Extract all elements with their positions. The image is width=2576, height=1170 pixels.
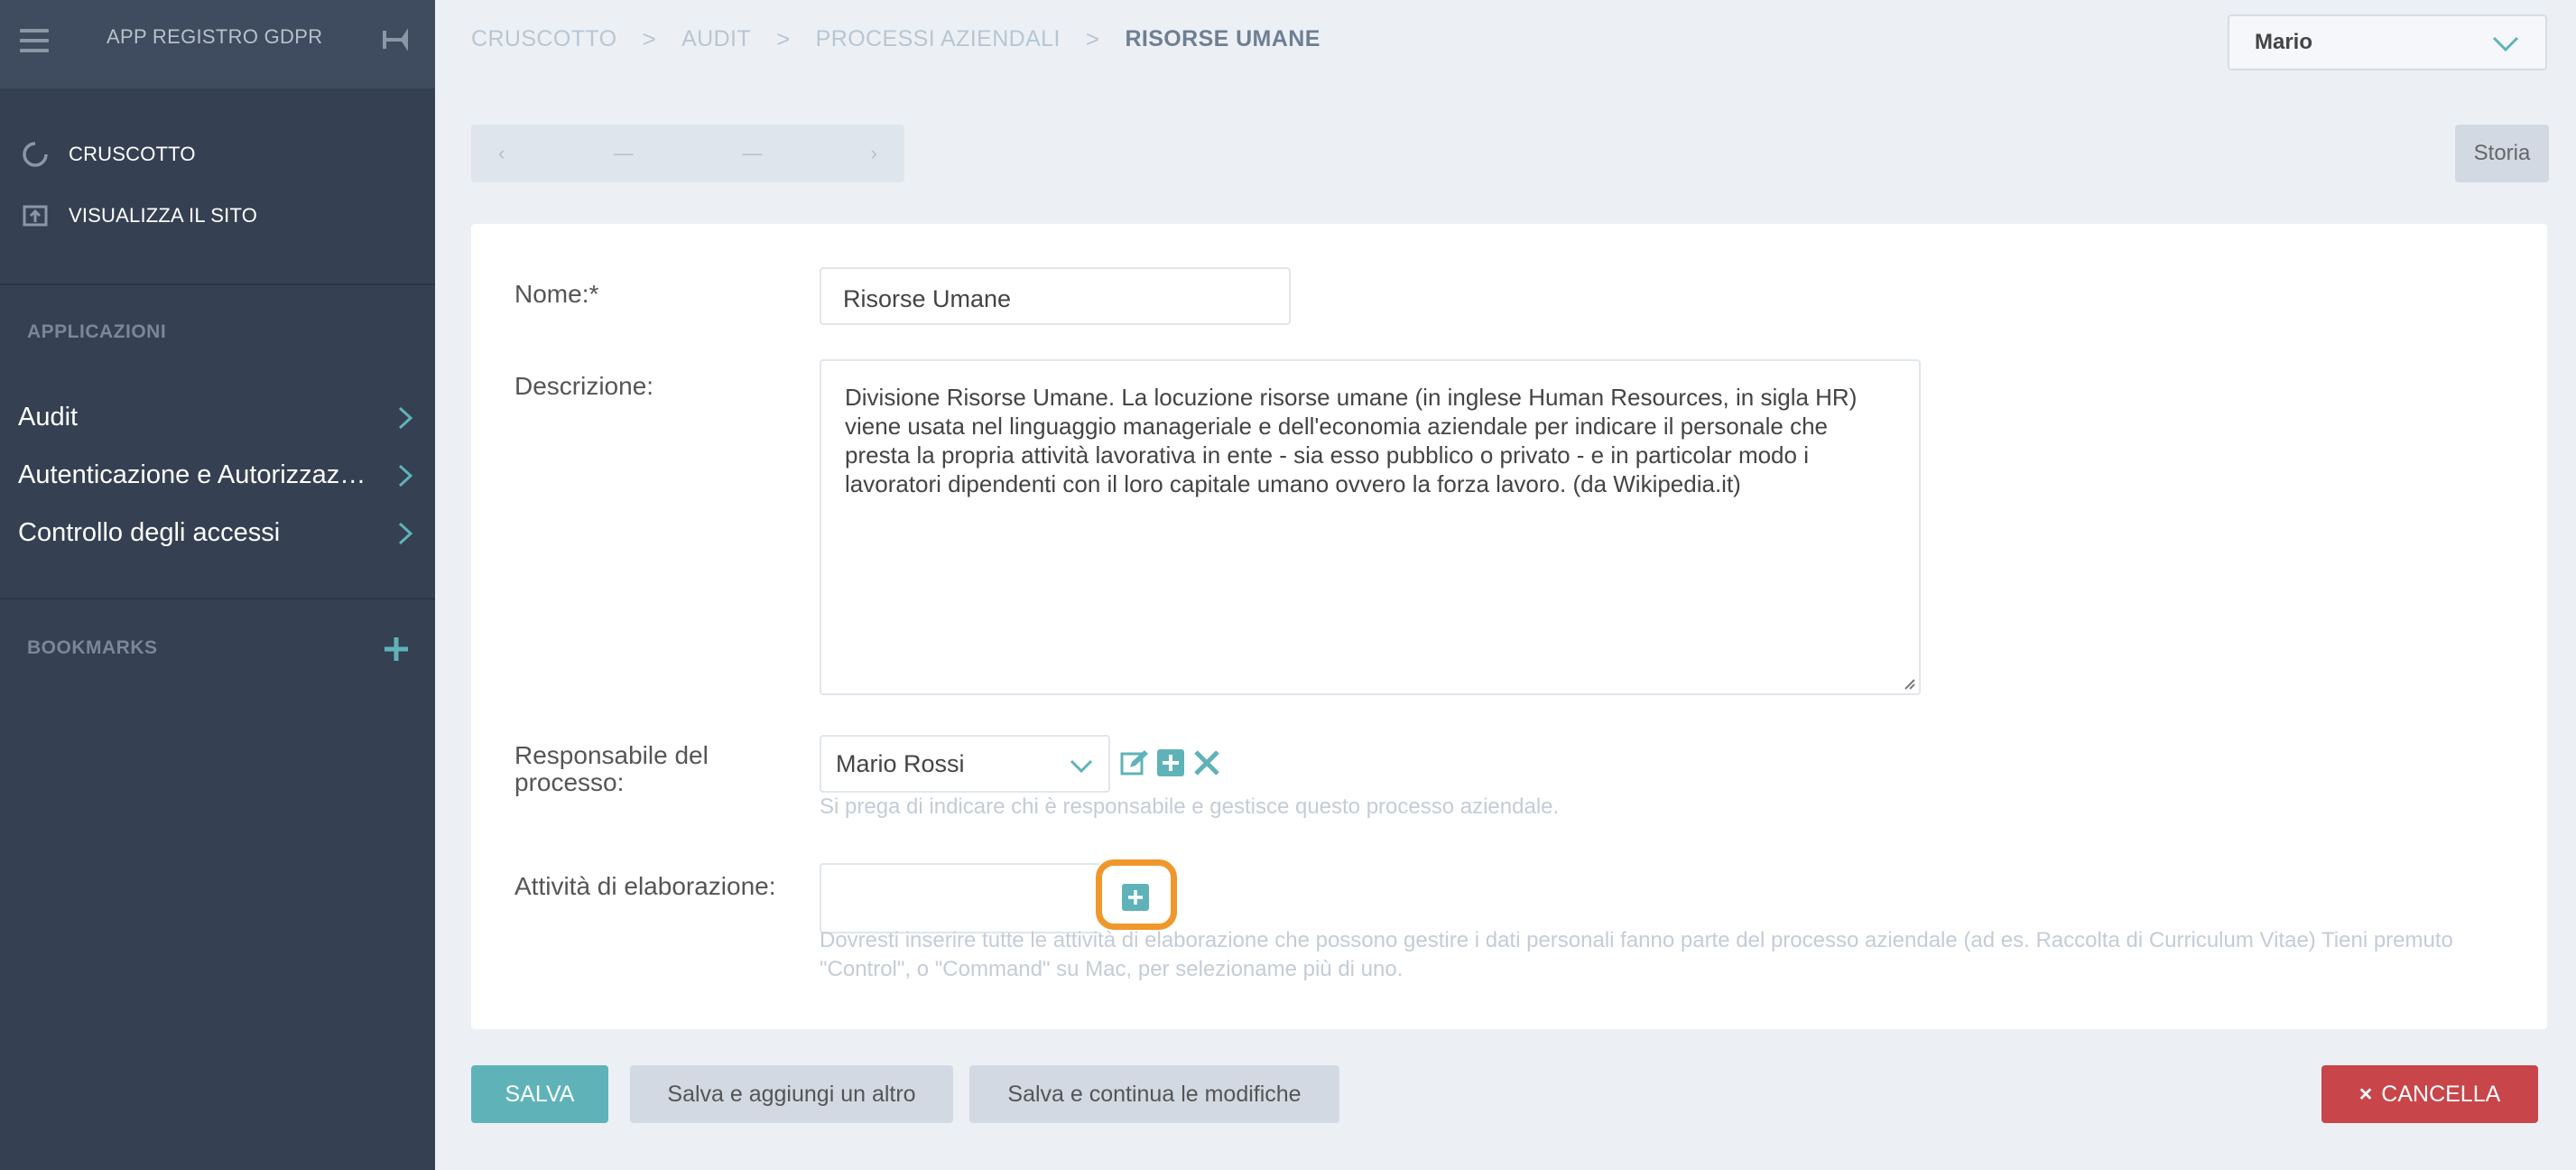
add-icon[interactable] bbox=[1155, 748, 1186, 778]
breadcrumb-link[interactable]: PROCESSI AZIENDALI bbox=[816, 26, 1061, 52]
breadcrumb-current: RISORSE UMANE bbox=[1125, 26, 1320, 51]
sidebar-item-label: Autenticazione e Autorizzazi… bbox=[18, 460, 370, 489]
owner-label: Responsabile del processo: bbox=[514, 742, 709, 796]
app-title[interactable]: APP REGISTRO GDPR bbox=[107, 25, 322, 49]
add-activity-icon[interactable] bbox=[1121, 883, 1150, 912]
owner-select[interactable]: Mario Rossi bbox=[820, 735, 1110, 793]
delete-label: CANCELLA bbox=[2381, 1081, 2501, 1107]
view-site-icon bbox=[20, 200, 51, 231]
chevron-down-icon bbox=[2492, 36, 2519, 52]
form-card: Nome:* Risorse Umane Descrizione: Divisi… bbox=[471, 224, 2547, 1029]
applications-heading: APPLICAZIONI bbox=[27, 321, 167, 342]
sidebar-item-audit[interactable]: Audit bbox=[18, 403, 415, 432]
chevron-right-icon bbox=[398, 406, 413, 429]
name-label: Nome:* bbox=[514, 280, 599, 308]
remove-icon[interactable] bbox=[1191, 748, 1222, 778]
history-button[interactable]: Storia bbox=[2455, 125, 2549, 182]
user-name: Mario bbox=[2255, 30, 2313, 54]
chevron-right-icon bbox=[398, 522, 413, 544]
save-and-continue-button[interactable]: Salva e continua le modifiche bbox=[969, 1065, 1339, 1123]
dashboard-icon bbox=[20, 139, 51, 170]
owner-help-text: Si prega di indicare chi è responsabile … bbox=[820, 794, 1560, 819]
activities-help-text: Dovresti inserire tutte le attività di e… bbox=[820, 926, 2453, 984]
sidebar-header: APP REGISTRO GDPR bbox=[0, 0, 435, 88]
sidebar-item-label: Audit bbox=[18, 403, 79, 432]
delete-button[interactable]: × CANCELLA bbox=[2321, 1065, 2538, 1123]
previous-record-icon[interactable]: ‹ bbox=[498, 142, 505, 165]
chevron-right-icon bbox=[398, 464, 413, 487]
divider bbox=[0, 283, 435, 285]
activities-select[interactable] bbox=[820, 863, 1099, 933]
name-input[interactable]: Risorse Umane bbox=[820, 267, 1291, 325]
help-line: "Control", o "Command" su Mac, per selez… bbox=[820, 957, 1404, 981]
sidebar-link-label: CRUSCOTTO bbox=[69, 143, 196, 165]
next-record-icon[interactable]: › bbox=[871, 142, 877, 165]
sidebar-item-authentication[interactable]: Autenticazione e Autorizzazi… bbox=[18, 460, 415, 490]
owner-label-line: processo: bbox=[514, 768, 625, 796]
breadcrumb: CRUSCOTTO > AUDIT > PROCESSI AZIENDALI >… bbox=[471, 25, 1320, 53]
save-and-add-button[interactable]: Salva e aggiungi un altro bbox=[630, 1065, 953, 1123]
resize-handle-icon[interactable] bbox=[1901, 675, 1915, 690]
description-textarea[interactable]: Divisione Risorse Umane. La locuzione ri… bbox=[820, 359, 1921, 695]
sidebar: APP REGISTRO GDPR CRUSCOTTO VISUALIZZA I… bbox=[0, 0, 435, 1170]
menu-icon[interactable] bbox=[20, 29, 49, 52]
chevron-down-icon bbox=[1070, 759, 1093, 774]
description-line: presta la propria attività lavorativa in… bbox=[845, 441, 1809, 469]
owner-label-line: Responsabile del bbox=[514, 741, 709, 769]
sidebar-item-access-control[interactable]: Controllo degli accessi bbox=[18, 518, 415, 548]
description-line: viene usata nel linguaggio manageriale e… bbox=[845, 413, 1829, 440]
description-line: Divisione Risorse Umane. La locuzione ri… bbox=[845, 384, 1858, 411]
pin-icon[interactable] bbox=[379, 27, 412, 58]
edit-icon[interactable] bbox=[1119, 748, 1150, 778]
bookmarks-heading: BOOKMARKS bbox=[27, 637, 158, 658]
sidebar-item-label: Controllo degli accessi bbox=[18, 518, 281, 547]
sidebar-link-label: VISUALIZZA IL SITO bbox=[69, 204, 258, 227]
breadcrumb-link[interactable]: AUDIT bbox=[681, 26, 751, 52]
save-button[interactable]: SALVA bbox=[471, 1065, 608, 1123]
sidebar-link-view-site[interactable]: VISUALIZZA IL SITO bbox=[20, 200, 257, 231]
owner-value: Mario Rossi bbox=[836, 749, 965, 777]
previous-record-label: — bbox=[613, 142, 634, 164]
next-record-label: — bbox=[742, 142, 763, 164]
record-pager: ‹ — — › bbox=[471, 125, 904, 182]
description-line: lavoratori dipendenti con il loro capita… bbox=[845, 470, 1741, 497]
breadcrumb-link[interactable]: CRUSCOTTO bbox=[471, 26, 616, 52]
divider bbox=[0, 598, 435, 599]
sidebar-link-dashboard[interactable]: CRUSCOTTO bbox=[20, 139, 196, 170]
help-line: Dovresti inserire tutte le attività di e… bbox=[820, 928, 2453, 952]
description-label: Descrizione: bbox=[514, 372, 654, 400]
breadcrumb-separator-icon: > bbox=[776, 25, 791, 52]
activities-label: Attività di elaborazione: bbox=[514, 872, 776, 900]
close-icon: × bbox=[2358, 1081, 2373, 1107]
add-bookmark-icon[interactable] bbox=[381, 634, 412, 664]
breadcrumb-separator-icon: > bbox=[1085, 25, 1100, 52]
user-menu-select[interactable]: Mario bbox=[2228, 14, 2547, 70]
breadcrumb-separator-icon: > bbox=[642, 25, 657, 52]
